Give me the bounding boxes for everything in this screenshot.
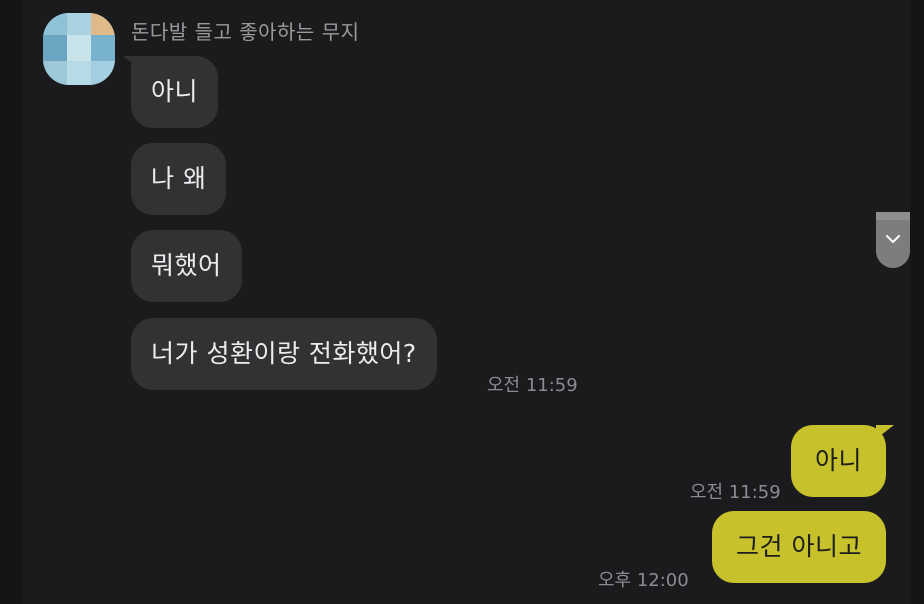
message-text: 뭐했어 xyxy=(151,251,222,280)
incoming-message[interactable]: 뭐했어 xyxy=(131,230,242,302)
avatar-pixel xyxy=(67,61,91,85)
message-text: 너가 성환이랑 전화했어? xyxy=(151,339,417,368)
bubble-tail xyxy=(876,425,894,439)
message-text: 아니 xyxy=(814,446,862,475)
message-timestamp: 오후 12:00 xyxy=(598,570,689,591)
avatar-pixel xyxy=(91,61,115,85)
avatar-pixel xyxy=(43,13,67,35)
right-edge xyxy=(910,0,924,604)
avatar[interactable] xyxy=(43,13,115,85)
message-timestamp: 오전 11:59 xyxy=(487,375,578,396)
avatar-pixel xyxy=(43,35,67,61)
avatar-pixel xyxy=(91,13,115,35)
chevron-down-icon xyxy=(886,235,900,243)
scroll-to-bottom-button[interactable] xyxy=(876,212,910,268)
sender-name: 돈다발 들고 좋아하는 무지 xyxy=(131,20,360,44)
message-timestamp: 오전 11:59 xyxy=(690,482,781,503)
avatar-pixel xyxy=(67,35,91,61)
incoming-message[interactable]: 너가 성환이랑 전화했어? xyxy=(131,318,437,390)
left-edge xyxy=(0,0,22,604)
incoming-message[interactable]: 나 왜 xyxy=(131,143,227,215)
outgoing-message[interactable]: 그건 아니고 xyxy=(712,511,886,583)
message-text: 그건 아니고 xyxy=(736,532,862,561)
avatar-pixel xyxy=(43,61,67,85)
outgoing-message[interactable]: 아니 xyxy=(790,425,894,497)
message-text: 아니 xyxy=(151,77,199,106)
bubble-tail xyxy=(123,56,141,70)
avatar-pixel xyxy=(91,35,115,61)
avatar-pixel xyxy=(67,13,91,35)
message-text: 나 왜 xyxy=(151,164,207,193)
incoming-message[interactable]: 아니 xyxy=(123,56,219,128)
